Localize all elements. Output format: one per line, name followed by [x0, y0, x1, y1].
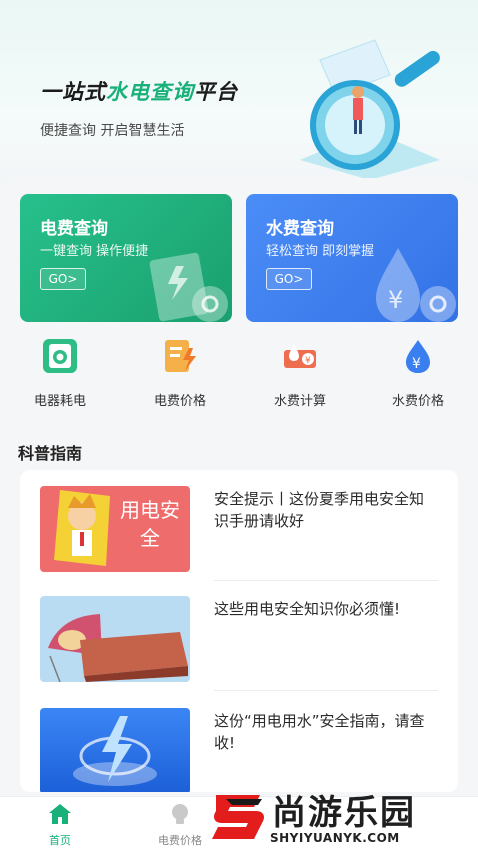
- water-electric-image: [40, 708, 190, 792]
- article-title: 这份“用电用水”安全指南，请查收!: [214, 712, 425, 752]
- bulb-icon: [172, 804, 188, 824]
- card-title: 电费查询: [40, 219, 108, 239]
- water-calc-icon: ¥: [284, 344, 316, 368]
- electric-safety-image: 用电安全: [40, 486, 190, 572]
- card-title: 水费查询: [266, 219, 334, 239]
- tab-home[interactable]: 首页: [20, 803, 100, 848]
- article-title: 安全提示丨这份夏季用电安全知识手册请收好: [214, 490, 425, 530]
- quick-water-calc[interactable]: ¥ 水费计算: [260, 338, 340, 409]
- water-price-icon: ¥: [406, 340, 430, 373]
- quick-appliance-usage[interactable]: 电器耗电: [20, 338, 100, 409]
- water-drop-yuan-icon: ¥: [376, 248, 456, 322]
- appliance-icon: [43, 339, 77, 373]
- water-query-card[interactable]: 水费查询 轻松查询 即刻掌握 GO> ¥: [246, 194, 458, 322]
- quick-label: 电器耗电: [33, 394, 86, 409]
- hero-title-suffix: 平台: [194, 80, 238, 104]
- article-list: 用电安全 安全提示丨这份夏季用电安全知识手册请收好 这些用电安全知识你必须懂! …: [20, 470, 458, 792]
- svg-text:¥: ¥: [388, 286, 403, 314]
- go-button[interactable]: GO>: [40, 268, 86, 290]
- divider: [214, 690, 438, 691]
- electric-price-icon: [165, 340, 196, 372]
- bedroom-image: [40, 596, 190, 682]
- quick-label: 水费计算: [273, 394, 326, 409]
- quick-electric-price[interactable]: 电费价格: [140, 338, 220, 409]
- lightning-illustration: [73, 716, 157, 786]
- watermark-text: 尚游乐园: [272, 793, 416, 833]
- svg-text:¥: ¥: [305, 356, 311, 366]
- hero-title: 一站式水电查询平台: [40, 76, 238, 106]
- section-title: 科普指南: [18, 444, 83, 463]
- hero-subtitle: 便捷查询 开启智慧生活: [40, 123, 185, 139]
- quick-label: 电费价格: [153, 394, 206, 409]
- svg-text:¥: ¥: [412, 356, 421, 372]
- quick-water-price[interactable]: ¥ 水费价格: [378, 338, 458, 409]
- image-caption: 用电安全: [120, 498, 180, 550]
- home-icon: [49, 804, 71, 824]
- watermark-logo: [212, 795, 264, 839]
- meter-icon: [149, 252, 228, 322]
- hero-title-highlight: 水电查询: [106, 80, 194, 104]
- bed-illustration: [48, 614, 188, 682]
- hero-banner: 一站式水电查询平台 便捷查询 开启智慧生活: [0, 0, 478, 190]
- go-button[interactable]: GO>: [266, 268, 312, 290]
- tab-electric-price[interactable]: 电费价格: [140, 803, 220, 848]
- quick-label: 水费价格: [391, 394, 444, 409]
- watermark-url: SHYIYUANYK.COM: [270, 831, 400, 845]
- tab-label: 首页: [49, 834, 71, 847]
- electricity-query-card[interactable]: 电费查询 一键查询 操作便捷 GO>: [20, 194, 232, 322]
- list-item[interactable]: 这些用电安全知识你必须懂!: [20, 594, 458, 694]
- hero-title-prefix: 一站式: [40, 80, 106, 104]
- list-item[interactable]: 这份“用电用水”安全指南，请查收!: [20, 702, 458, 792]
- tab-label: 电费价格: [158, 834, 202, 847]
- watermark: 尚游乐园 SHYIYUANYK.COM: [210, 783, 478, 850]
- article-title: 这些用电安全知识你必须懂!: [214, 600, 401, 618]
- divider: [214, 580, 438, 581]
- list-item[interactable]: 用电安全 安全提示丨这份夏季用电安全知识手册请收好: [20, 482, 458, 582]
- magnifier-illustration: [300, 39, 440, 180]
